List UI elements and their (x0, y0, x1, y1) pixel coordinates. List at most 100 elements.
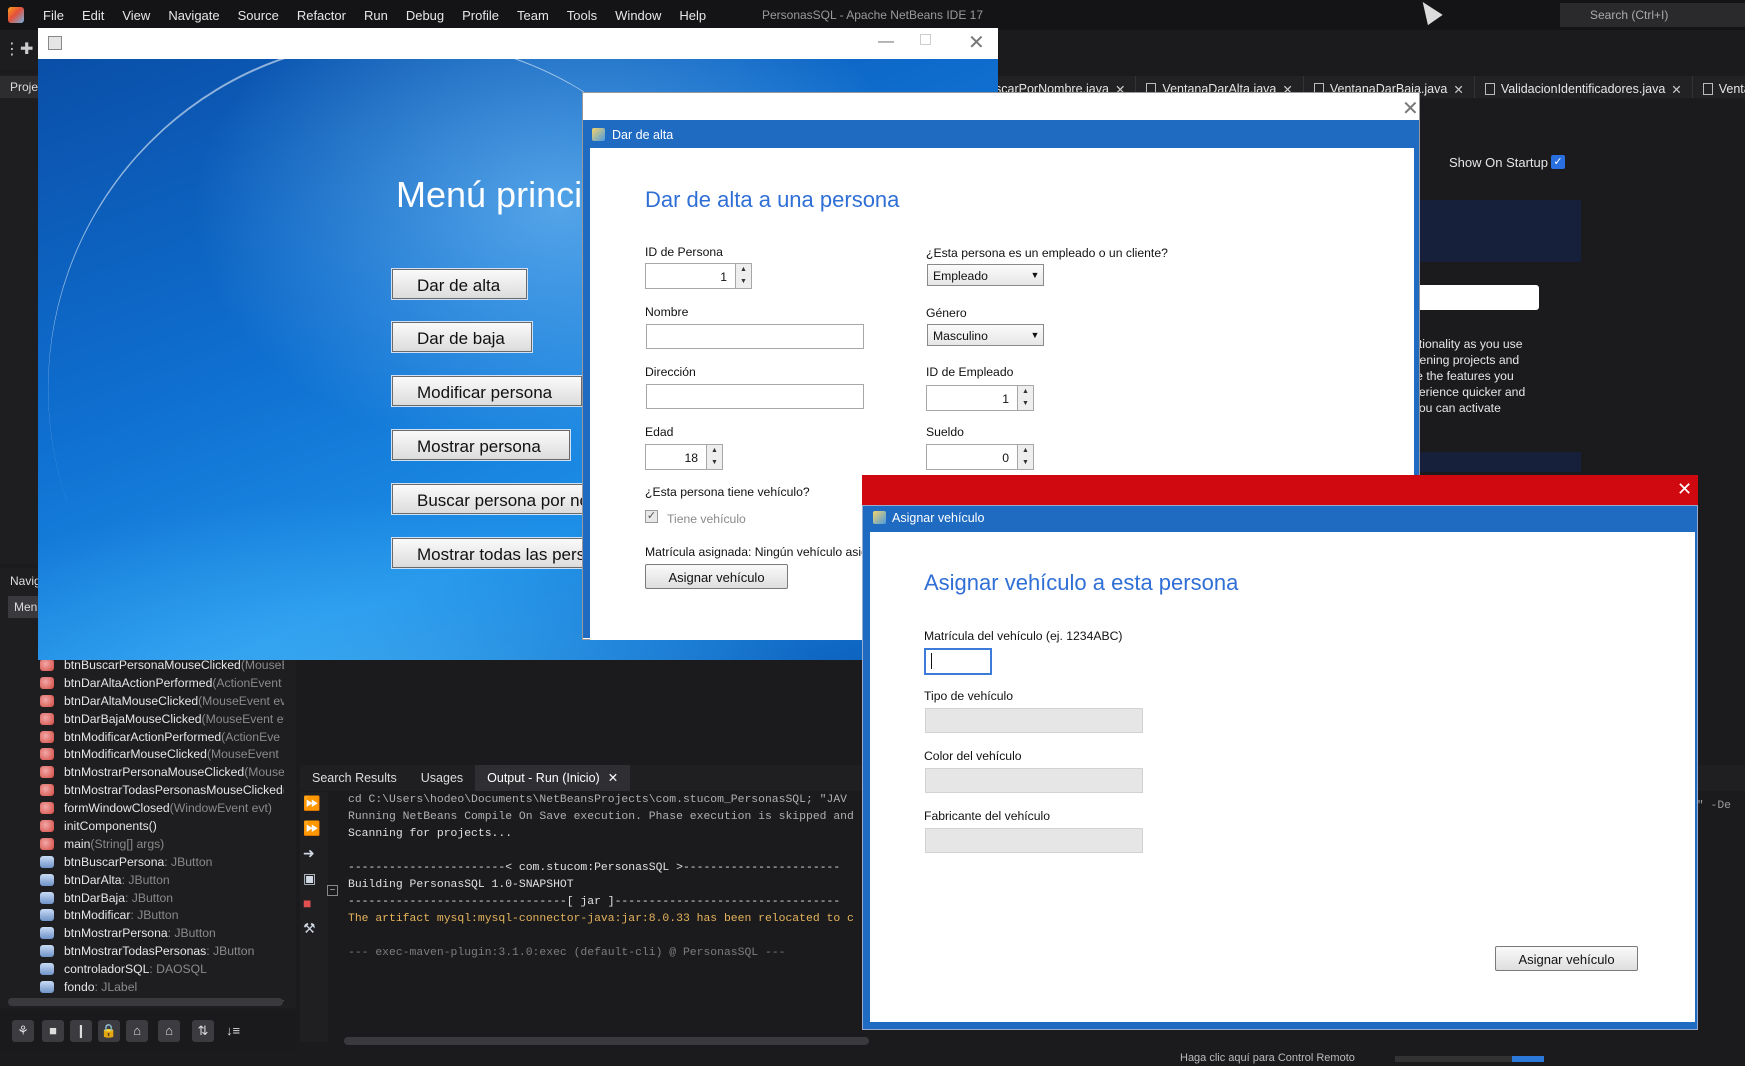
color-vehiculo-field[interactable] (925, 768, 1143, 793)
close-icon[interactable]: ✕ (1671, 82, 1681, 97)
navigator-item[interactable]: btnDarBaja : JButton (40, 889, 284, 907)
mostrar-todas-button[interactable]: Mostrar todas las pers (392, 538, 597, 568)
menu-tools[interactable]: Tools (558, 8, 606, 23)
genero-combo[interactable]: Masculino ▼ (927, 324, 1044, 346)
menu-window[interactable]: Window (606, 8, 670, 23)
navigator-item[interactable]: btnBuscarPersona : JButton (40, 853, 284, 871)
spinner-value[interactable]: 1 (927, 386, 1017, 410)
spinner-arrows-icon[interactable]: ▲ ▼ (1017, 386, 1033, 410)
navigator-item[interactable]: initComponents() (40, 817, 284, 835)
id-empleado-label: ID de Empleado (926, 365, 1014, 379)
navigator-item[interactable]: btnDarAlta : JButton (40, 871, 284, 889)
navigator-members-combo[interactable]: Men (8, 596, 40, 618)
fold-toggle-icon[interactable]: − (327, 885, 338, 896)
tab-ventana-mostrar[interactable]: VentanaMost (1693, 76, 1745, 98)
navigator-item[interactable]: main (String[] args) (40, 835, 284, 853)
tab-search-results[interactable]: Search Results (300, 765, 409, 791)
spinner-value[interactable]: 18 (646, 445, 706, 469)
spinner-value[interactable]: 0 (927, 445, 1017, 469)
navigator-item[interactable]: fondo : JLabel (40, 978, 284, 996)
menu-navigate[interactable]: Navigate (159, 8, 228, 23)
output-horizontal-scrollbar[interactable] (344, 1037, 869, 1045)
edad-spinner[interactable]: 18 ▲ ▼ (645, 444, 723, 470)
id-empleado-spinner[interactable]: 1 ▲ ▼ (926, 385, 1034, 411)
navigator-item[interactable]: btnMostrarPersona : JButton (40, 924, 284, 942)
menu-team[interactable]: Team (508, 8, 558, 23)
mostrar-persona-button[interactable]: Mostrar persona (392, 430, 570, 460)
navigator-item[interactable]: btnModificarActionPerformed (ActionEve (40, 728, 284, 746)
chevron-down-icon[interactable]: ▼ (1027, 265, 1043, 285)
menu-edit[interactable]: Edit (73, 8, 113, 23)
menu-run[interactable]: Run (355, 8, 397, 23)
sort-by-name-icon[interactable]: ⇅ (192, 1020, 214, 1042)
sort-by-source-icon[interactable]: ↓≡ (222, 1020, 244, 1042)
navigator-item[interactable]: btnMostrarTodasPersonasMouseClicked( (40, 781, 284, 799)
filter-nonpublic-icon[interactable]: 🔒 (98, 1020, 120, 1042)
direccion-field[interactable] (646, 384, 864, 409)
show-on-startup-checkbox[interactable]: ✓ (1551, 155, 1565, 169)
navigator-horizontal-scrollbar[interactable] (8, 998, 283, 1006)
navigator-item[interactable]: btnModificar : JButton (40, 906, 284, 924)
tab-projects[interactable]: Proje (0, 76, 40, 98)
close-icon[interactable]: ✕ (1402, 96, 1419, 121)
spinner-arrows-icon[interactable]: ▲ ▼ (1017, 445, 1033, 469)
spinner-arrows-icon[interactable]: ▲ ▼ (706, 445, 722, 469)
rerun-icon[interactable]: ⏩ (303, 795, 323, 813)
settings-wrench-icon[interactable]: ⚒ (303, 920, 323, 938)
matricula-field[interactable] (924, 648, 992, 675)
tab-output-run[interactable]: Output - Run (Inicio) ✕ (475, 765, 631, 791)
close-icon[interactable]: ✕ (968, 30, 985, 55)
menu-file[interactable]: File (34, 8, 73, 23)
start-page-field[interactable] (1406, 285, 1539, 310)
close-icon[interactable]: ✕ (1677, 479, 1692, 500)
navigator-item[interactable]: formWindowClosed (WindowEvent evt) (40, 799, 284, 817)
filter-inherited-icon[interactable]: ⚘ (12, 1020, 34, 1042)
maximize-icon[interactable] (920, 34, 931, 45)
rerun-with-params-icon[interactable]: ⏩ (303, 820, 323, 838)
navigator-item[interactable]: controladorSQL : DAOSQL (40, 960, 284, 978)
menu-help[interactable]: Help (670, 8, 715, 23)
dar-de-alta-button[interactable]: Dar de alta (392, 269, 527, 299)
new-project-icon[interactable]: ⋮✚ (4, 39, 33, 61)
search-input[interactable]: Search (Ctrl+I) (1560, 3, 1745, 27)
asignar-vehiculo-confirm-button[interactable]: Asignar vehículo (1495, 946, 1638, 971)
menu-debug[interactable]: Debug (397, 8, 453, 23)
navigator-item[interactable]: btnMostrarPersonaMouseClicked (Mouse (40, 763, 284, 781)
navigator-item[interactable]: btnDarAltaActionPerformed (ActionEvent (40, 674, 284, 692)
clear-icon[interactable]: ▣ (303, 870, 323, 888)
filter-fq-names-icon[interactable]: ⌂ (158, 1020, 180, 1042)
stop-icon[interactable]: ■ (303, 895, 323, 913)
menu-refactor[interactable]: Refactor (288, 8, 355, 23)
filter-inner-classes-icon[interactable]: ⌂ (126, 1020, 148, 1042)
modificar-persona-button[interactable]: Modificar persona (392, 376, 582, 406)
close-icon[interactable]: ✕ (1453, 82, 1463, 97)
navigator-item[interactable]: btnDarAltaMouseClicked (MouseEvent ev (40, 692, 284, 710)
spinner-arrows-icon[interactable]: ▲ ▼ (735, 264, 751, 288)
tipo-vehiculo-field[interactable] (925, 708, 1143, 733)
fabricante-field[interactable] (925, 828, 1143, 853)
menu-source[interactable]: Source (229, 8, 288, 23)
filter-static-icon[interactable]: ❙ (70, 1020, 92, 1042)
nombre-field[interactable] (646, 324, 864, 349)
asignar-vehiculo-button[interactable]: Asignar vehículo (645, 564, 788, 589)
menu-profile[interactable]: Profile (453, 8, 508, 23)
spinner-value[interactable]: 1 (646, 264, 735, 288)
tipo-persona-combo[interactable]: Empleado ▼ (927, 264, 1044, 286)
menu-view[interactable]: View (113, 8, 159, 23)
step-icon[interactable]: ➜ (303, 845, 323, 863)
tab-usages[interactable]: Usages (409, 765, 475, 791)
dar-de-baja-button[interactable]: Dar de baja (392, 322, 532, 352)
id-persona-spinner[interactable]: 1 ▲ ▼ (645, 263, 752, 289)
chevron-down-icon[interactable]: ▼ (1027, 325, 1043, 345)
navigator-item[interactable]: btnModificarMouseClicked (MouseEvent (40, 745, 284, 763)
navigator-item[interactable]: btnMostrarTodasPersonas : JButton (40, 942, 284, 960)
minimize-icon[interactable]: — (878, 33, 894, 51)
close-icon[interactable]: ✕ (608, 771, 618, 785)
filter-fields-icon[interactable]: ■ (42, 1020, 64, 1042)
tab-validacion[interactable]: ValidacionIdentificadores.java ✕ (1475, 76, 1693, 98)
navigator-item[interactable]: btnDarBajaMouseClicked (MouseEvent ev (40, 710, 284, 728)
sueldo-spinner[interactable]: 0 ▲ ▼ (926, 444, 1034, 470)
tiene-vehiculo-checkbox[interactable]: ✓ (645, 510, 658, 523)
tab-navigator[interactable]: Navig (0, 570, 41, 592)
buscar-persona-button[interactable]: Buscar persona por no (392, 484, 597, 514)
